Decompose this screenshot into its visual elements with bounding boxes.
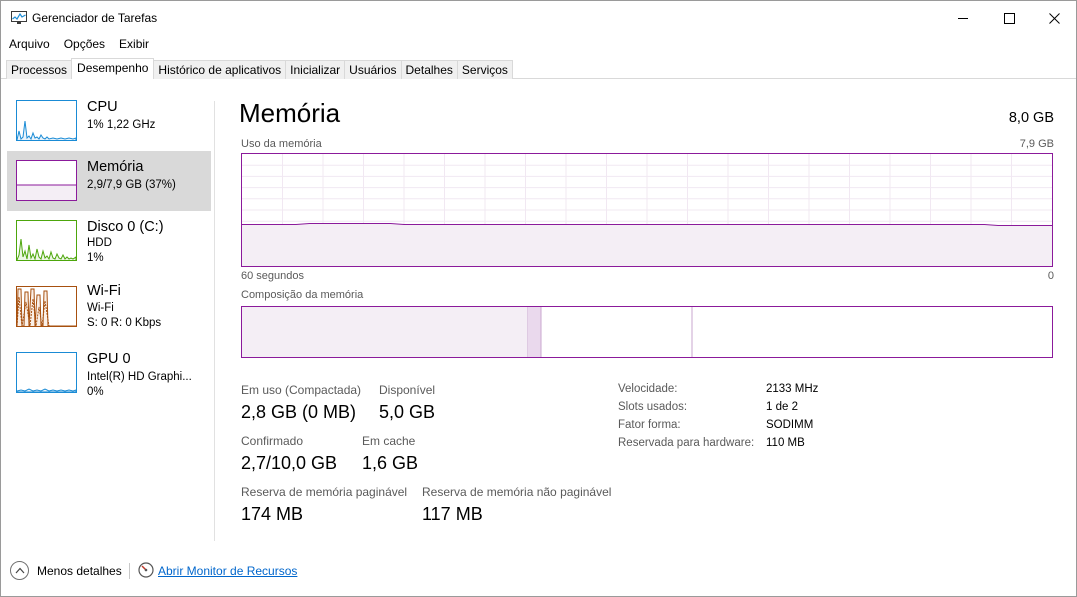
- paged-pool-value: 174 MB: [241, 504, 304, 524]
- sidebar-disk-line1: HDD: [87, 237, 112, 249]
- spec-speed-value: 2133 MHz: [766, 383, 819, 395]
- close-icon: [1048, 12, 1060, 24]
- tab-processos[interactable]: Processos: [6, 60, 73, 79]
- sidebar-item-disk[interactable]: Disco 0 (C:) HDD 1%: [7, 211, 211, 271]
- footer-bar: Menos detalhes Abrir Monitor de Recursos: [1, 556, 1076, 588]
- sidebar-item-memory[interactable]: Memória 2,9/7,9 GB (37%): [7, 151, 211, 211]
- nonpaged-pool-value: 117 MB: [422, 504, 483, 524]
- tab-usuarios[interactable]: Usuários: [344, 60, 402, 79]
- menu-opcoes[interactable]: Opções: [56, 35, 111, 53]
- sidebar-wifi-line2: S: 0 R: 0 Kbps: [87, 317, 162, 329]
- committed-label: Confirmado: [241, 434, 304, 448]
- tab-servicos[interactable]: Serviços: [456, 60, 513, 79]
- available-label: Disponível: [379, 383, 436, 397]
- task-manager-icon: [11, 11, 27, 25]
- task-manager-window: Gerenciador de Tarefas Arquivo Opções Ex…: [0, 0, 1077, 597]
- sidebar-item-wifi[interactable]: Wi-Fi Wi-Fi S: 0 R: 0 Kbps: [7, 277, 211, 337]
- close-button[interactable]: [1031, 1, 1076, 35]
- sidebar-gpu-name: GPU 0: [87, 351, 131, 367]
- cached-label: Em cache: [362, 434, 416, 448]
- minimize-button[interactable]: [940, 1, 986, 35]
- sidebar-wifi-name: Wi-Fi: [87, 283, 121, 299]
- sidebar-memory-name: Memória: [87, 159, 144, 175]
- spec-reserved-value: 110 MB: [766, 437, 805, 449]
- sidebar-item-cpu[interactable]: CPU 1% 1,22 GHz: [7, 91, 211, 151]
- menu-exibir[interactable]: Exibir: [111, 35, 155, 53]
- sidebar-cpu-name: CPU: [87, 99, 118, 115]
- window-title: Gerenciador de Tarefas: [32, 11, 158, 25]
- spec-slots-value: 1 de 2: [766, 401, 798, 413]
- memory-usage-chart: [242, 154, 1052, 266]
- less-details-button[interactable]: Menos detalhes: [37, 564, 122, 578]
- open-resource-monitor-link[interactable]: Abrir Monitor de Recursos: [158, 564, 297, 578]
- tab-desempenho[interactable]: Desempenho: [71, 58, 155, 79]
- tab-historico[interactable]: Histórico de aplicativos: [153, 60, 287, 79]
- graph-time-right: 0: [1047, 270, 1054, 282]
- sidebar-gpu-line1: Intel(R) HD Graphi...: [87, 371, 192, 383]
- sidebar-cpu-line1: 1% 1,22 GHz: [87, 119, 156, 131]
- tab-bar: Processos Desempenho Histórico de aplica…: [1, 57, 1076, 79]
- composition-modified: [528, 307, 541, 357]
- sidebar-disk-line2: 1%: [87, 252, 104, 264]
- usage-graph-max: 7,9 GB: [1019, 138, 1054, 150]
- disk-thumbnail: [16, 220, 77, 261]
- committed-value: 2,7/10,0 GB: [241, 453, 338, 473]
- spec-form-label: Fator forma:: [618, 419, 681, 431]
- tab-inicializar[interactable]: Inicializar: [285, 60, 346, 79]
- sidebar-disk-name: Disco 0 (C:): [87, 219, 164, 235]
- paged-pool-label: Reserva de memória paginável: [241, 485, 408, 499]
- minimize-icon: [957, 17, 968, 19]
- in-use-label: Em uso (Compactada): [241, 383, 362, 397]
- menu-arquivo[interactable]: Arquivo: [1, 35, 56, 53]
- resource-monitor-icon[interactable]: [138, 562, 154, 578]
- maximize-button[interactable]: [986, 1, 1032, 35]
- composition-in-use: [242, 307, 528, 357]
- usage-graph-label: Uso da memória: [241, 138, 322, 150]
- spec-form-value: SODIMM: [766, 419, 814, 431]
- memory-composition-bar: [241, 306, 1053, 358]
- cpu-thumbnail: [16, 100, 77, 141]
- spec-slots-label: Slots usados:: [618, 401, 688, 413]
- gpu-thumbnail: [16, 352, 77, 393]
- wifi-thumbnail: [16, 286, 77, 327]
- menu-bar: Arquivo Opções Exibir: [1, 35, 1076, 53]
- memory-detail-panel: Memória 8,0 GB Uso da memória 7,9 GB 60 …: [216, 79, 1076, 541]
- sidebar-item-gpu[interactable]: GPU 0 Intel(R) HD Graphi... 0%: [7, 343, 211, 403]
- usage-area: [242, 223, 1052, 266]
- title-bar[interactable]: Gerenciador de Tarefas: [1, 1, 1076, 35]
- sidebar-wifi-line1: Wi-Fi: [87, 302, 114, 314]
- spec-speed-label: Velocidade:: [618, 383, 678, 395]
- less-details-toggle[interactable]: [10, 561, 29, 580]
- spec-reserved-label: Reservada para hardware:: [618, 437, 755, 449]
- sidebar-gpu-line2: 0%: [87, 386, 104, 398]
- memory-thumbnail: [16, 160, 77, 201]
- available-value: 5,0 GB: [379, 402, 436, 422]
- memory-usage-graph: [241, 153, 1053, 267]
- resource-sidebar: CPU 1% 1,22 GHz Memória 2,9/7,9 GB (37%)…: [1, 79, 215, 541]
- chevron-up-icon: [15, 567, 24, 574]
- cached-value: 1,6 GB: [362, 453, 419, 473]
- footer-separator: [129, 563, 130, 579]
- page-title: Memória: [239, 98, 341, 128]
- in-use-value: 2,8 GB (0 MB): [241, 402, 357, 422]
- graph-time-left: 60 segundos: [241, 270, 304, 282]
- sidebar-divider: [214, 101, 215, 541]
- composition-label: Composição da memória: [241, 289, 364, 301]
- nonpaged-pool-label: Reserva de memória não paginável: [422, 485, 612, 499]
- tab-detalhes[interactable]: Detalhes: [400, 60, 458, 79]
- memory-total: 8,0 GB: [1008, 110, 1054, 126]
- maximize-icon: [1003, 12, 1015, 24]
- sidebar-memory-line1: 2,9/7,9 GB (37%): [87, 179, 176, 191]
